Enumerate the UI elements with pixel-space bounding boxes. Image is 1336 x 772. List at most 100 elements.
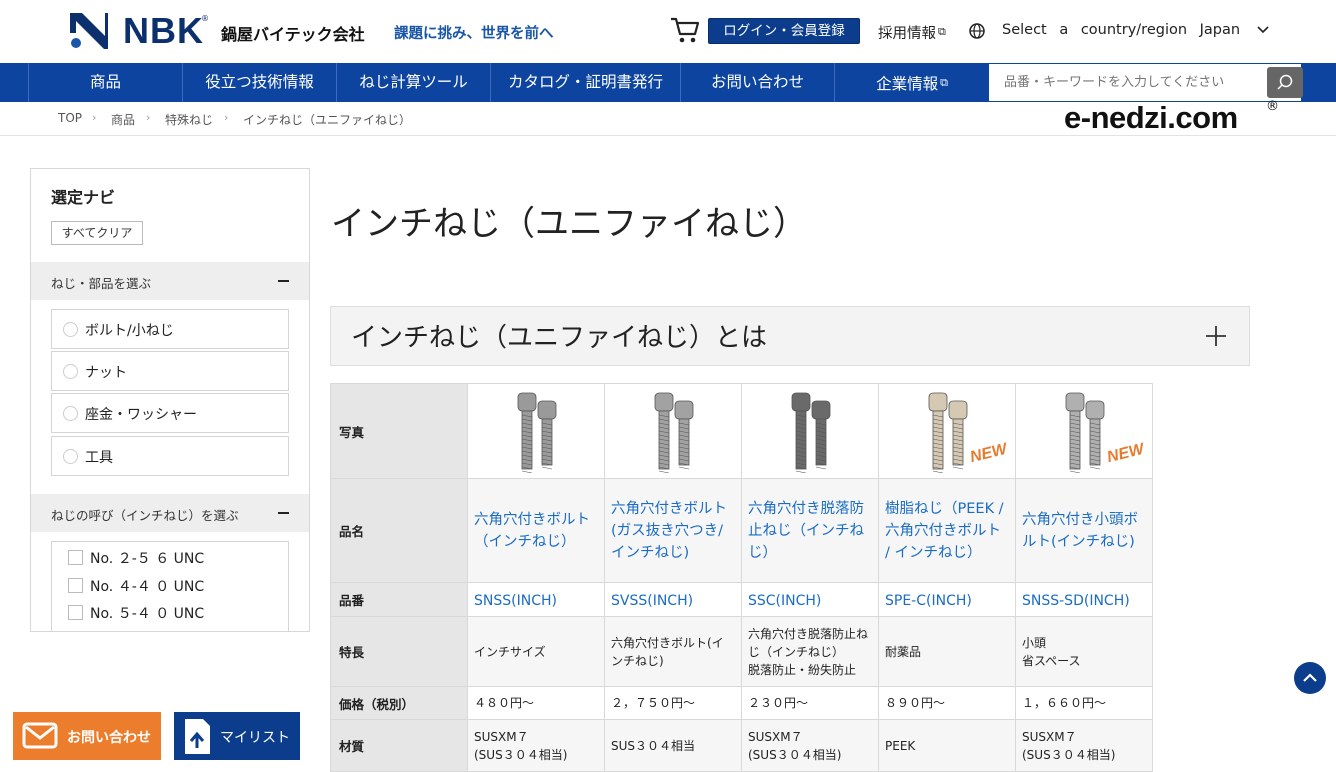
tagline: 課題に挑み、世界を前へ bbox=[394, 26, 554, 42]
product-name-link[interactable]: 六角穴付きボルト（インチねじ） bbox=[474, 512, 590, 550]
screw-shape bbox=[1085, 400, 1105, 470]
section-parts-header[interactable]: ねじ・部品を選ぶ bbox=[31, 262, 309, 300]
breadcrumb-current: インチねじ（ユニファイねじ） bbox=[243, 113, 412, 127]
radio-bolt[interactable]: ボルト/小ねじ bbox=[51, 309, 289, 349]
about-title: インチねじ（ユニファイねじ）とは bbox=[351, 323, 768, 353]
breadcrumb-separator: › bbox=[146, 111, 151, 124]
checkbox-label: No. ２‐５ ６ UNC bbox=[90, 551, 205, 567]
search-box bbox=[989, 64, 1303, 101]
breadcrumb-products[interactable]: 商品 bbox=[111, 111, 135, 128]
plus-icon bbox=[1206, 326, 1226, 346]
nav-item-company[interactable]: 企業情報 ⧉ bbox=[834, 63, 989, 102]
screw-photo-icon bbox=[654, 392, 694, 474]
search-icon bbox=[1277, 74, 1293, 90]
nav-item-contact[interactable]: お問い合わせ bbox=[680, 63, 834, 102]
brand-name[interactable]: NBK bbox=[123, 10, 204, 52]
cart-icon[interactable] bbox=[670, 16, 700, 44]
product-photo[interactable]: NEW bbox=[885, 389, 1009, 474]
chevron-down-icon[interactable] bbox=[1257, 26, 1269, 34]
product-name-link[interactable]: 六角穴付きボルト(ガス抜き穴つき/インチねじ) bbox=[611, 501, 727, 561]
feature-text: インチサイズ bbox=[474, 644, 546, 659]
e-nedzi-logo[interactable]: e-nedzi.com bbox=[1064, 100, 1238, 136]
screw-shape bbox=[791, 392, 811, 474]
checkbox-label: No. ５‐４ ０ UNC bbox=[90, 606, 205, 622]
breadcrumb-special-screws[interactable]: 特殊ねじ bbox=[165, 111, 213, 128]
mylist-label: マイリスト bbox=[220, 730, 290, 746]
material-text: (SUS３０４相当) bbox=[1022, 747, 1116, 762]
table-row-photo: 写真 NEW NEW bbox=[330, 383, 1153, 479]
feature-text: 省スペース bbox=[1022, 653, 1081, 668]
section-sizes-header[interactable]: ねじの呼び（インチねじ）を選ぶ bbox=[31, 494, 309, 532]
row-label-price: 価格（税別） bbox=[330, 686, 468, 720]
radio-nut[interactable]: ナット bbox=[51, 351, 289, 391]
recruit-label: 採用情報 bbox=[878, 26, 936, 42]
material-text: SUSXM７ bbox=[474, 729, 529, 744]
checkbox-label: No. ４‐４ ０ UNC bbox=[90, 579, 205, 595]
product-name-link[interactable]: 六角穴付き脱落防止ねじ（インチねじ） bbox=[748, 501, 864, 561]
radio-washer[interactable]: 座金・ワッシャー bbox=[51, 393, 289, 433]
nav-item-calc-tools[interactable]: ねじ計算ツール bbox=[336, 63, 490, 102]
floating-contact-button[interactable]: お問い合わせ bbox=[13, 712, 161, 760]
row-label-code: 品番 bbox=[330, 582, 468, 617]
product-name-link[interactable]: 樹脂ねじ（PEEK / 六角穴付きボルト / インチねじ） bbox=[885, 501, 1004, 561]
checkbox-icon bbox=[68, 605, 83, 620]
company-name: 鍋屋バイテック会社 bbox=[221, 25, 365, 44]
radio-circle-icon bbox=[63, 406, 78, 421]
breadcrumb-top[interactable]: TOP bbox=[58, 111, 82, 125]
nav-item-tech-info[interactable]: 役立つ技術情報 bbox=[182, 63, 336, 102]
about-accordion[interactable]: インチねじ（ユニファイねじ）とは bbox=[330, 306, 1250, 366]
floating-mylist-button[interactable]: マイリスト bbox=[174, 712, 300, 760]
search-input[interactable] bbox=[989, 64, 1265, 101]
product-photo[interactable] bbox=[474, 389, 598, 474]
row-label-photo: 写真 bbox=[330, 383, 468, 479]
material-text: (SUS３０４相当) bbox=[474, 747, 568, 762]
radio-label: 工具 bbox=[85, 450, 113, 466]
nav-item-products[interactable]: 商品 bbox=[28, 63, 182, 102]
section-parts-label: ねじ・部品を選ぶ bbox=[51, 276, 152, 291]
product-photo[interactable] bbox=[611, 389, 735, 474]
search-button[interactable] bbox=[1267, 67, 1303, 98]
price-text: ２３０円〜 bbox=[741, 686, 879, 720]
screw-shape bbox=[537, 400, 557, 470]
scroll-to-top-button[interactable] bbox=[1294, 662, 1326, 694]
material-text: PEEK bbox=[885, 738, 916, 753]
collapse-icon bbox=[278, 280, 289, 282]
feature-text: 小頭 bbox=[1022, 635, 1047, 650]
country-selector[interactable]: Select a country/region Japan bbox=[1002, 22, 1240, 38]
product-code-link[interactable]: SNSS(INCH) bbox=[474, 593, 557, 609]
product-code-link[interactable]: SSC(INCH) bbox=[748, 593, 821, 609]
clear-all-button[interactable]: すべてクリア bbox=[51, 221, 143, 245]
screw-photo-icon bbox=[517, 392, 557, 474]
product-photo[interactable]: NEW bbox=[1022, 389, 1146, 474]
radio-label: ボルト/小ねじ bbox=[85, 323, 174, 339]
section-sizes-label: ねじの呼び（インチねじ）を選ぶ bbox=[51, 508, 239, 523]
screw-shape bbox=[811, 400, 831, 470]
breadcrumb-separator: › bbox=[224, 111, 229, 124]
screw-shape bbox=[517, 392, 537, 474]
recruit-link[interactable]: 採用情報 ⧉ bbox=[878, 22, 946, 43]
product-code-link[interactable]: SNSS-SD(INCH) bbox=[1022, 593, 1130, 609]
price-text: ８９０円〜 bbox=[878, 686, 1016, 720]
product-code-link[interactable]: SVSS(INCH) bbox=[611, 593, 693, 609]
product-photo[interactable] bbox=[748, 389, 872, 474]
login-register-button[interactable]: ログイン・会員登録 bbox=[708, 18, 860, 44]
radio-tools[interactable]: 工具 bbox=[51, 436, 289, 476]
row-label-feature: 特長 bbox=[330, 616, 468, 687]
sidebar-title: 選定ナビ bbox=[51, 188, 116, 207]
radio-circle-icon bbox=[63, 449, 78, 464]
row-label-material: 材質 bbox=[330, 719, 468, 772]
screw-shape bbox=[1065, 392, 1085, 474]
nav-item-catalog[interactable]: カタログ・証明書発行 bbox=[490, 63, 680, 102]
collapse-icon bbox=[278, 512, 289, 514]
external-link-icon: ⧉ bbox=[940, 76, 948, 89]
contact-label: お問い合わせ bbox=[67, 730, 151, 746]
size-checkbox-list: No. ２‐５ ６ UNC No. ４‐４ ０ UNC No. ５‐４ ０ UN… bbox=[51, 541, 289, 631]
price-text: ２，７５０円〜 bbox=[604, 686, 742, 720]
price-text: ４８０円〜 bbox=[467, 686, 605, 720]
product-code-link[interactable]: SPE-C(INCH) bbox=[885, 593, 972, 609]
nbk-logo-icon[interactable] bbox=[70, 13, 108, 49]
product-name-link[interactable]: 六角穴付き小頭ボルト(インチねじ) bbox=[1022, 512, 1138, 550]
material-text: SUSXM７ bbox=[1022, 729, 1077, 744]
globe-icon bbox=[969, 23, 985, 39]
e-nedzi-registered-mark: ® bbox=[1266, 99, 1279, 114]
